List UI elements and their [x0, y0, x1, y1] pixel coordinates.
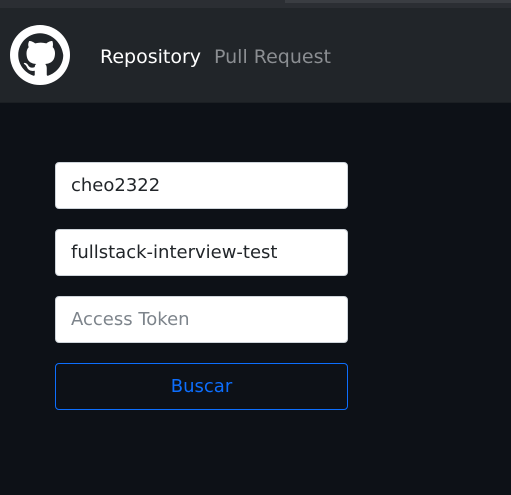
nav-link-pull-request[interactable]: Pull Request [214, 45, 331, 69]
nav-link-repository[interactable]: Repository [100, 45, 201, 69]
search-form: Buscar [55, 162, 348, 410]
search-button[interactable]: Buscar [55, 363, 348, 410]
navbar: Repository Pull Request [0, 8, 511, 102]
tab-edge [285, 0, 511, 3]
access-token-input[interactable] [55, 296, 348, 343]
github-icon[interactable] [10, 25, 70, 85]
window-top-strip [0, 0, 511, 8]
repository-input[interactable] [55, 229, 348, 276]
owner-input[interactable] [55, 162, 348, 209]
